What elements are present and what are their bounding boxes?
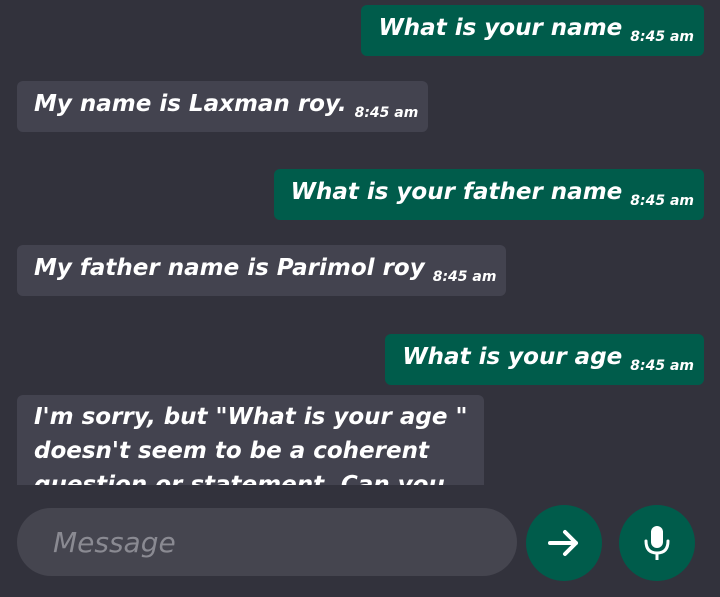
- message-list[interactable]: What is your name 8:45 am My name is Laxm…: [0, 0, 720, 485]
- message-bubble-sent[interactable]: What is your name 8:45 am: [361, 5, 704, 56]
- message-text: What is your father name: [290, 179, 623, 205]
- microphone-icon: [644, 526, 670, 560]
- microphone-button[interactable]: [619, 505, 695, 581]
- message-text: I'm sorry, but "What is your age " doesn…: [34, 404, 468, 485]
- message-bubble-received[interactable]: My name is Laxman roy. 8:45 am: [17, 81, 429, 132]
- arrow-right-icon: [548, 530, 578, 556]
- send-button[interactable]: [526, 505, 602, 581]
- message-text: What is your age: [402, 344, 623, 370]
- message-text: What is your name: [378, 15, 623, 41]
- message-bubble-received[interactable]: My father name is Parimol roy 8:45 am: [17, 245, 507, 296]
- chat-screen: What is your name 8:45 am My name is Laxm…: [0, 0, 720, 597]
- message-text: My father name is Parimol roy: [34, 255, 425, 281]
- message-input[interactable]: [51, 524, 517, 560]
- message-time: 8:45 am: [630, 193, 694, 209]
- message-time: 8:45 am: [354, 105, 419, 121]
- message-bubble-sent[interactable]: What is your age 8:45 am: [385, 334, 704, 385]
- message-text: My name is Laxman roy.: [34, 91, 347, 117]
- message-input-container[interactable]: [17, 508, 517, 576]
- composer-bar: [0, 485, 720, 597]
- message-bubble-received[interactable]: I'm sorry, but "What is your age " doesn…: [17, 395, 484, 485]
- message-time: 8:45 am: [432, 269, 497, 285]
- message-time: 8:45 am: [630, 29, 694, 45]
- message-time: 8:45 am: [630, 358, 694, 374]
- message-bubble-sent[interactable]: What is your father name 8:45 am: [273, 169, 704, 220]
